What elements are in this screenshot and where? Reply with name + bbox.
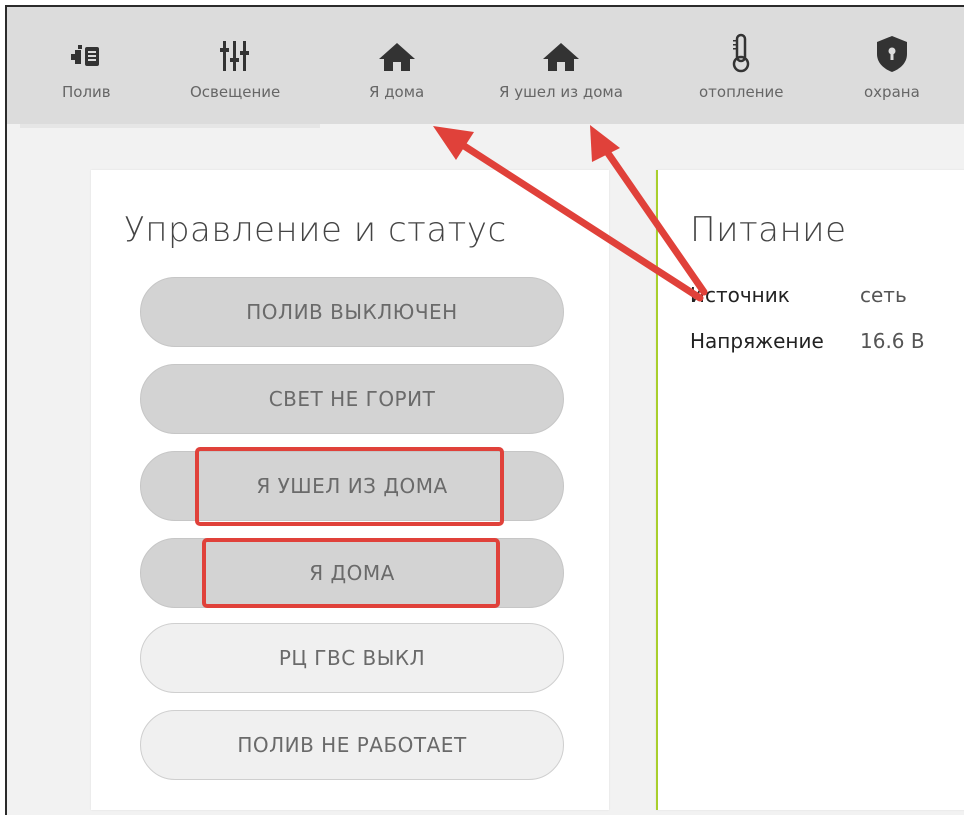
power-source-label: Источник <box>690 283 790 307</box>
hot-water-circulation-button[interactable]: РЦ ГВС ВЫКЛ <box>140 623 564 693</box>
light-status-button[interactable]: СВЕТ НЕ ГОРИТ <box>140 364 564 434</box>
button-label: СВЕТ НЕ ГОРИТ <box>268 387 436 411</box>
voltage-label: Напряжение <box>690 329 824 353</box>
nav-item-security[interactable]: охрана <box>864 36 920 101</box>
nav-label: Полив <box>62 83 111 101</box>
button-label: РЦ ГВС ВЫКЛ <box>278 646 426 670</box>
nav-item-heating[interactable]: отопление <box>699 33 784 101</box>
control-panel-title: Управление и статус <box>124 210 507 250</box>
nav-item-lighting[interactable]: Освещение <box>190 38 280 101</box>
nav-item-irrigation[interactable]: Полив <box>62 38 111 101</box>
active-tab-indicator <box>20 124 320 128</box>
power-panel-title: Питание <box>690 210 847 250</box>
voltage-value: 16.6 В <box>860 329 925 353</box>
nav-item-home[interactable]: Я дома <box>369 38 424 101</box>
irrigation-icon <box>71 45 100 66</box>
nav-label: Освещение <box>190 83 281 101</box>
nav-label: охрана <box>864 83 920 101</box>
shield-icon <box>876 36 907 72</box>
highlight-home-button <box>202 538 500 608</box>
highlight-away-button <box>195 447 504 526</box>
home-icon <box>542 43 579 71</box>
button-label: ПОЛИВ ВЫКЛЮЧЕН <box>246 300 458 324</box>
button-label: ПОЛИВ НЕ РАБОТАЕТ <box>237 733 467 757</box>
home-icon <box>378 43 415 71</box>
nav-label: отопление <box>699 83 784 101</box>
power-source-value: сеть <box>860 283 907 307</box>
nav-label: Я ушел из дома <box>499 83 623 101</box>
thermometer-icon <box>733 33 750 73</box>
power-panel <box>656 170 964 810</box>
irrigation-fault-button[interactable]: ПОЛИВ НЕ РАБОТАЕТ <box>140 710 564 780</box>
sliders-icon <box>220 41 250 71</box>
nav-label: Я дома <box>369 83 425 101</box>
irrigation-status-button[interactable]: ПОЛИВ ВЫКЛЮЧЕН <box>140 277 564 347</box>
top-navigation <box>7 7 964 124</box>
nav-item-away[interactable]: Я ушел из дома <box>499 38 623 101</box>
